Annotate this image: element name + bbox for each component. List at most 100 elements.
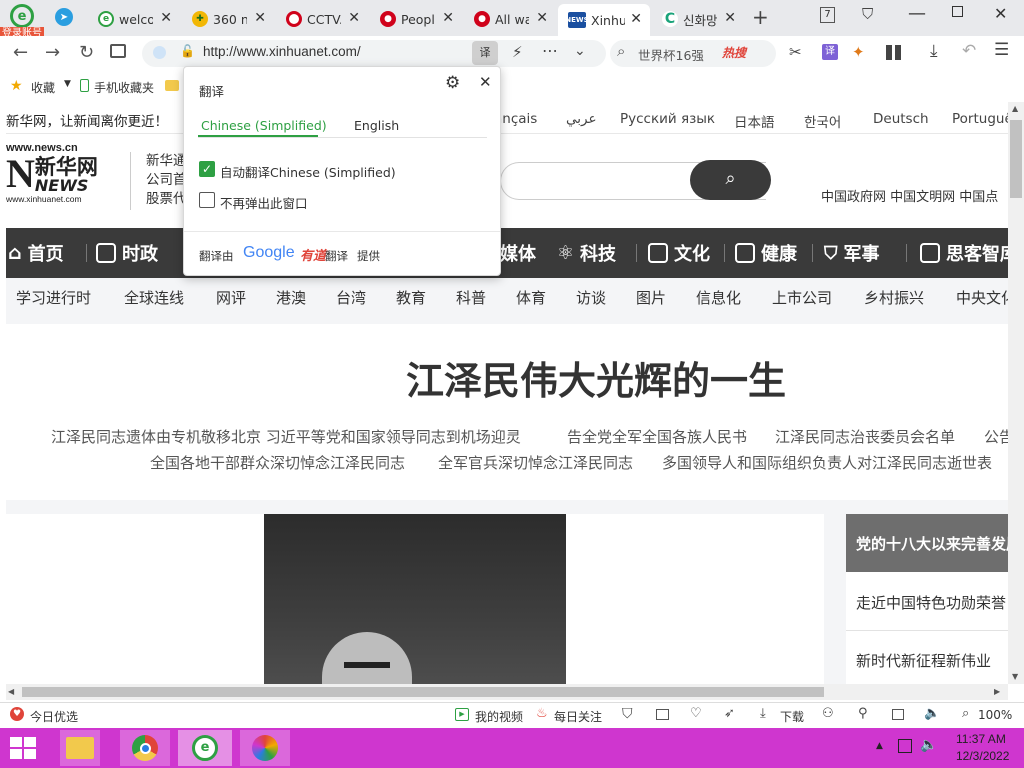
more-icon[interactable]: ⋯ <box>542 41 558 60</box>
subnav-item[interactable]: 图片 <box>636 287 666 308</box>
subnav-item[interactable]: 全球连线 <box>124 287 184 308</box>
search-icon[interactable]: ⌕ <box>617 42 625 60</box>
headline-link[interactable]: 全军官兵深切悼念江泽民同志 <box>438 452 633 473</box>
close-icon[interactable]: ✕ <box>254 10 266 26</box>
subnav-item[interactable]: 教育 <box>396 287 426 308</box>
minimize-button[interactable]: — <box>908 3 926 24</box>
popup-close-icon[interactable]: ✕ <box>479 73 492 91</box>
sidebar-item[interactable]: 新时代新征程新伟业 <box>856 650 991 671</box>
headline-link[interactable]: 全国各地干部群众深切悼念江泽民同志 <box>150 452 405 473</box>
daily-follow-link[interactable]: 每日关注 <box>554 708 602 725</box>
hscroll-thumb[interactable] <box>22 687 824 697</box>
translate-icon[interactable]: 译 <box>472 41 498 65</box>
tab-count-icon[interactable]: 7 <box>820 7 835 23</box>
clock-date[interactable]: 12/3/2022 <box>956 749 1009 763</box>
close-icon[interactable]: ✕ <box>442 10 454 26</box>
subnav-item[interactable]: 乡村振兴 <box>864 287 924 308</box>
lang-russian[interactable]: Русский язык <box>620 111 715 127</box>
subnav-item[interactable]: 港澳 <box>276 287 306 308</box>
heartbeat-icon[interactable]: ♡ <box>690 706 702 721</box>
search-input[interactable]: 世界杯16强 <box>638 45 718 64</box>
nav-media[interactable]: 媒体 <box>500 240 536 266</box>
vertical-scrollbar[interactable]: ▲ ▼ <box>1008 102 1024 684</box>
auto-translate-label[interactable]: 自动翻译Chinese (Simplified) <box>220 162 396 181</box>
scroll-up-icon[interactable]: ▲ <box>1012 104 1018 113</box>
apps-grid-icon[interactable] <box>886 45 901 60</box>
lang-korean[interactable]: 한국어 <box>804 111 841 131</box>
today-picks-link[interactable]: 今日优选 <box>30 708 78 725</box>
sidebar-item[interactable]: 走近中国特色功勋荣誉 <box>856 592 1006 613</box>
headline-link[interactable]: 多国领导人和国际组织负责人对江泽民同志逝世表 <box>662 452 992 473</box>
close-window-button[interactable]: ✕ <box>994 4 1007 23</box>
back-button[interactable]: ← <box>13 42 28 63</box>
url-text[interactable]: http://www.xinhuanet.com/ <box>203 44 361 59</box>
scroll-left-icon[interactable]: ◀ <box>8 687 14 696</box>
nav-think-tank[interactable]: 思客智库 <box>920 240 1008 266</box>
my-videos-link[interactable]: 我的视频 <box>475 708 523 725</box>
headline-link[interactable]: 告全党全军全国各族人民书 <box>567 426 747 447</box>
headline-photo[interactable] <box>264 514 566 684</box>
nav-home[interactable]: ⌂ 首页 <box>8 240 64 266</box>
close-icon[interactable]: ✕ <box>160 10 172 26</box>
menu-icon[interactable]: ☰ <box>994 40 1009 60</box>
auto-translate-checkbox[interactable]: ✓ <box>199 161 215 177</box>
headline-link[interactable]: 公告 <box>984 426 1008 447</box>
hot-search-badge[interactable]: 热搜 <box>722 44 746 61</box>
chevron-down-icon[interactable]: ▼ <box>64 79 71 89</box>
nav-culture[interactable]: 文化 <box>648 240 710 266</box>
subnav-item[interactable]: 信息化 <box>696 287 741 308</box>
home-icon[interactable] <box>110 44 126 58</box>
nav-tech[interactable]: ⚛ 科技 <box>557 240 616 266</box>
shirt-icon[interactable]: ⛉ <box>862 5 873 23</box>
site-info-icon[interactable] <box>153 46 166 59</box>
window-icon[interactable] <box>892 709 904 720</box>
nav-military[interactable]: ⛉ 军事 <box>824 240 880 266</box>
rocket-icon[interactable]: ➶ <box>724 706 735 721</box>
tray-chevron-icon[interactable]: ▲ <box>876 741 883 751</box>
browser-logo-icon[interactable]: e <box>10 4 34 28</box>
forward-button[interactable]: → <box>45 42 60 63</box>
settings-gear-icon[interactable]: ⚙ <box>445 73 460 93</box>
scissors-icon[interactable]: ✂ <box>789 43 802 61</box>
headline-link[interactable]: 江泽民同志治丧委员会名单 <box>775 426 955 447</box>
close-icon[interactable]: ✕ <box>724 10 736 26</box>
windows-start-icon[interactable] <box>10 737 36 759</box>
headline-link[interactable]: 江泽民同志遗体由专机敬移北京 习近平等党和国家领导同志到机场迎灵 <box>51 426 521 447</box>
download-icon[interactable]: ⤓ <box>760 706 766 721</box>
scroll-right-icon[interactable]: ▶ <box>994 687 1000 696</box>
download-link[interactable]: 下载 <box>780 708 804 725</box>
horizontal-scrollbar[interactable]: ◀ ▶ <box>6 684 1008 700</box>
lightning-icon[interactable]: ⚡ <box>512 43 523 61</box>
nav-health[interactable]: 健康 <box>735 240 797 266</box>
sidebar-title[interactable]: 党的十八大以来完善发展 <box>846 514 1008 572</box>
shield-icon[interactable]: ⛉ <box>622 706 633 722</box>
network-icon[interactable] <box>898 739 912 753</box>
folder-icon[interactable] <box>165 80 179 91</box>
subnav-item[interactable]: 中央文化 <box>956 287 1008 308</box>
zoom-level[interactable]: 100% <box>978 708 1012 722</box>
chrome-icon[interactable] <box>120 730 170 766</box>
site-search-button[interactable]: ⌕ <box>690 160 771 200</box>
tab-chinese-simplified[interactable]: Chinese (Simplified) <box>201 118 327 133</box>
tab-xinhua[interactable]: NEWS Xinhu ✕ <box>558 4 650 36</box>
tab-korean[interactable]: C 신화망 ✕ <box>652 6 744 32</box>
lang-german[interactable]: Deutsch <box>873 111 929 127</box>
close-icon[interactable]: ✕ <box>630 11 642 27</box>
subnav-item[interactable]: 上市公司 <box>772 287 832 308</box>
subnav-item[interactable]: 科普 <box>456 287 486 308</box>
clock-time[interactable]: 11:37 AM <box>956 732 1006 746</box>
favorites-button[interactable]: 收藏 <box>31 79 55 96</box>
game-icon[interactable]: ✦ <box>852 43 865 61</box>
mobile-favorites-link[interactable]: 手机收藏夹 <box>94 79 154 96</box>
translate-ext-icon[interactable]: 译 <box>822 44 838 60</box>
tab-cctv[interactable]: CCTV. ✕ <box>276 6 368 32</box>
undo-icon[interactable]: ↶ <box>962 41 976 61</box>
lang-japanese[interactable]: 日本語 <box>734 111 775 131</box>
headline[interactable]: 江泽民伟大光辉的一生 <box>406 350 786 405</box>
new-tab-button[interactable]: + <box>752 5 769 29</box>
subnav-item[interactable]: 访谈 <box>576 287 606 308</box>
zoom-icon[interactable]: ⌕ <box>962 706 969 721</box>
dont-show-label[interactable]: 不再弹出此窗口 <box>220 193 308 212</box>
tab-welcome[interactable]: e welco ✕ <box>88 6 180 32</box>
subnav-item[interactable]: 体育 <box>516 287 546 308</box>
